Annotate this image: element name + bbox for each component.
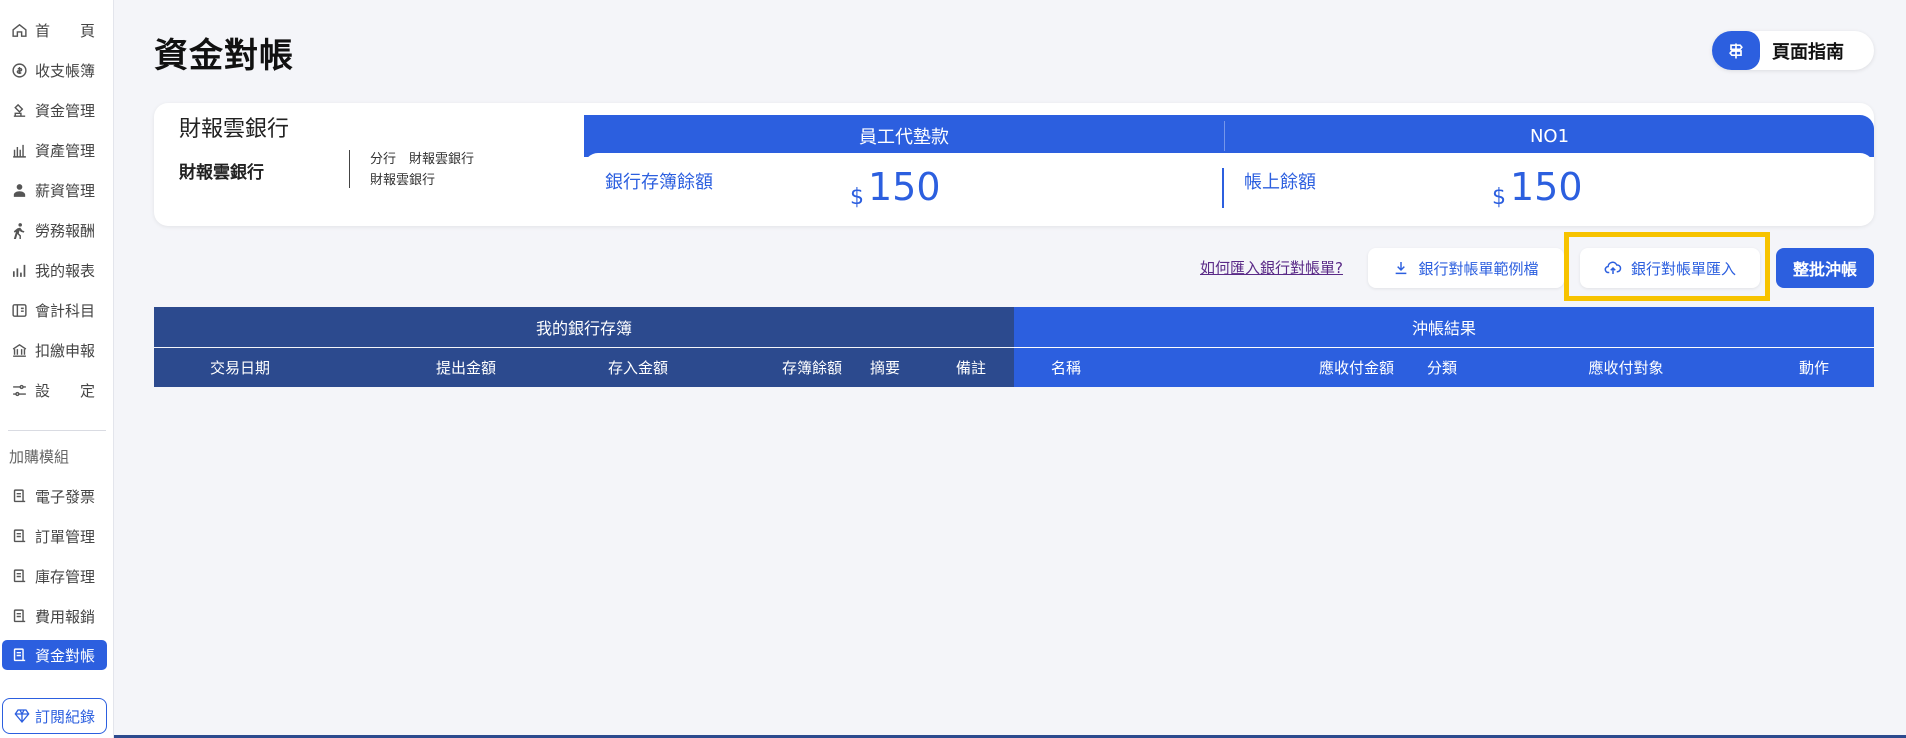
tab-employee-advance[interactable]: 員工代墊款 [584, 115, 1224, 157]
group-header-bank-book: 我的銀行存簿 [154, 307, 1014, 347]
coin-icon [10, 61, 28, 79]
column-header[interactable]: 交易日期 [210, 348, 270, 387]
import-statement-button[interactable]: 銀行對帳單匯入 [1580, 248, 1760, 288]
cloud-upload-icon [1604, 259, 1622, 277]
sidebar-item-label: 電子發票 [35, 487, 96, 506]
assets-icon [10, 141, 28, 159]
balance-separator [1222, 168, 1224, 208]
module-icon [10, 487, 28, 505]
tab-no1[interactable]: NO1 [1225, 115, 1874, 157]
column-header[interactable]: 摘要 [870, 348, 900, 387]
sidebar-item-accounts[interactable]: 會計科目 [2, 295, 107, 325]
diamond-icon [14, 708, 30, 724]
sidebar-item-label: 訂單管理 [35, 527, 96, 546]
sidebar-item-assets[interactable]: 資產管理 [2, 135, 107, 165]
ledger-balance-value: 150 [1510, 165, 1583, 209]
sidebar: 首 頁 收支帳簿 資金管理 資產管理 薪資管理 勞務報酬 我的報表 會計科目 扣… [0, 0, 114, 738]
sidebar-item-label: 資金管理 [35, 101, 96, 120]
page-guide-label: 頁面指南 [1772, 41, 1844, 63]
sidebar-item-tax[interactable]: 扣繳申報 [2, 335, 107, 365]
subscription-history-button[interactable]: 訂閱紀錄 [2, 698, 107, 734]
import-help-link[interactable]: 如何匯入銀行對帳單? [1200, 257, 1343, 278]
bank-name: 財報雲銀行 [179, 117, 290, 142]
book-balance-label: 銀行存簿餘額 [605, 172, 713, 193]
sample-file-button[interactable]: 銀行對帳單範例檔 [1368, 248, 1564, 288]
table-header-right: 名稱 應收付金額 分類 應收付對象 動作 [1014, 348, 1874, 387]
sidebar-item-label: 首 頁 [35, 21, 96, 40]
book-balance-value: 150 [868, 165, 941, 209]
subscription-history-label: 訂閱紀錄 [34, 707, 95, 726]
module-icon [10, 607, 28, 625]
sidebar-item-label: 資金對帳 [35, 646, 96, 665]
sidebar-item-label: 資產管理 [35, 141, 96, 160]
sidebar-item-settings[interactable]: 設 定 [2, 375, 107, 405]
column-header[interactable]: 分類 [1427, 348, 1457, 387]
sidebar-item-reconciliation[interactable]: 資金對帳 [2, 640, 107, 670]
payroll-icon [10, 181, 28, 199]
settings-icon [10, 381, 28, 399]
page-title: 資金對帳 [154, 36, 294, 76]
sidebar-item-label: 勞務報酬 [35, 221, 96, 240]
column-header[interactable]: 應收付對象 [1588, 348, 1663, 387]
sidebar-item-payroll[interactable]: 薪資管理 [2, 175, 107, 205]
accounts-icon [10, 301, 28, 319]
reconciliation-table: 我的銀行存簿 沖帳結果 交易日期 提出金額 存入金額 存簿餘額 摘要 備註 名稱… [154, 307, 1874, 387]
batch-reconcile-button[interactable]: 整批沖帳 [1776, 248, 1874, 288]
download-icon [1393, 260, 1409, 276]
sidebar-item-orders[interactable]: 訂單管理 [2, 521, 107, 551]
signpost-icon [1712, 31, 1760, 70]
column-header[interactable]: 動作 [1799, 348, 1829, 387]
sidebar-item-label: 費用報銷 [35, 607, 96, 626]
sidebar-item-ledger[interactable]: 收支帳簿 [2, 55, 107, 85]
sidebar-divider [8, 430, 106, 431]
report-icon [10, 261, 28, 279]
column-header[interactable]: 存入金額 [608, 348, 668, 387]
sidebar-item-label: 薪資管理 [35, 181, 96, 200]
import-statement-label: 銀行對帳單匯入 [1630, 259, 1736, 278]
bank-account-name: 財報雲銀行 [179, 163, 264, 183]
tax-icon [10, 341, 28, 359]
ledger-balance-currency: $ [1492, 185, 1506, 210]
column-header[interactable]: 名稱 [1051, 348, 1081, 387]
sidebar-item-expenses[interactable]: 費用報銷 [2, 601, 107, 631]
sidebar-item-inventory[interactable]: 庫存管理 [2, 561, 107, 591]
fund-icon [10, 101, 28, 119]
balance-panel: 銀行存簿餘額 $ 150 帳上餘額 $ 150 [584, 153, 1874, 226]
column-header[interactable]: 提出金額 [436, 348, 496, 387]
column-header[interactable]: 應收付金額 [1319, 348, 1394, 387]
sidebar-item-label: 設 定 [35, 381, 96, 400]
bank-account-card: 財報雲銀行 財報雲銀行 分行 財報雲銀行 財報雲銀行 員工代墊款 NO1 銀行存… [154, 103, 1874, 226]
service-icon [10, 221, 28, 239]
page-guide-button[interactable]: 頁面指南 [1712, 31, 1874, 70]
column-header[interactable]: 存簿餘額 [782, 348, 842, 387]
ledger-balance-label: 帳上餘額 [1244, 172, 1316, 193]
sidebar-item-label: 我的報表 [35, 261, 96, 280]
module-icon [10, 646, 28, 664]
table-header-left: 交易日期 提出金額 存入金額 存簿餘額 摘要 備註 [154, 348, 1014, 387]
sidebar-item-label: 庫存管理 [35, 567, 96, 586]
sidebar-item-label: 收支帳簿 [35, 61, 96, 80]
branch-info: 分行 財報雲銀行 [370, 152, 475, 167]
book-balance-currency: $ [850, 185, 864, 210]
sidebar-item-label: 扣繳申報 [35, 341, 96, 360]
sidebar-item-label: 會計科目 [35, 301, 96, 320]
home-icon [10, 21, 28, 39]
sidebar-item-home[interactable]: 首 頁 [2, 15, 107, 45]
module-icon [10, 527, 28, 545]
group-header-reconcile-result: 沖帳結果 [1014, 307, 1874, 347]
sample-file-label: 銀行對帳單範例檔 [1418, 259, 1539, 278]
account-tab-bar: 員工代墊款 NO1 [584, 115, 1874, 157]
sidebar-item-fund[interactable]: 資金管理 [2, 95, 107, 125]
sidebar-item-service[interactable]: 勞務報酬 [2, 215, 107, 245]
bank-separator [349, 150, 350, 188]
module-icon [10, 567, 28, 585]
column-header[interactable]: 備註 [956, 348, 986, 387]
sidebar-item-reports[interactable]: 我的報表 [2, 255, 107, 285]
branch-info-secondary: 財報雲銀行 [370, 173, 436, 188]
addon-section-label: 加購模組 [9, 448, 70, 466]
sidebar-item-einvoice[interactable]: 電子發票 [2, 481, 107, 511]
